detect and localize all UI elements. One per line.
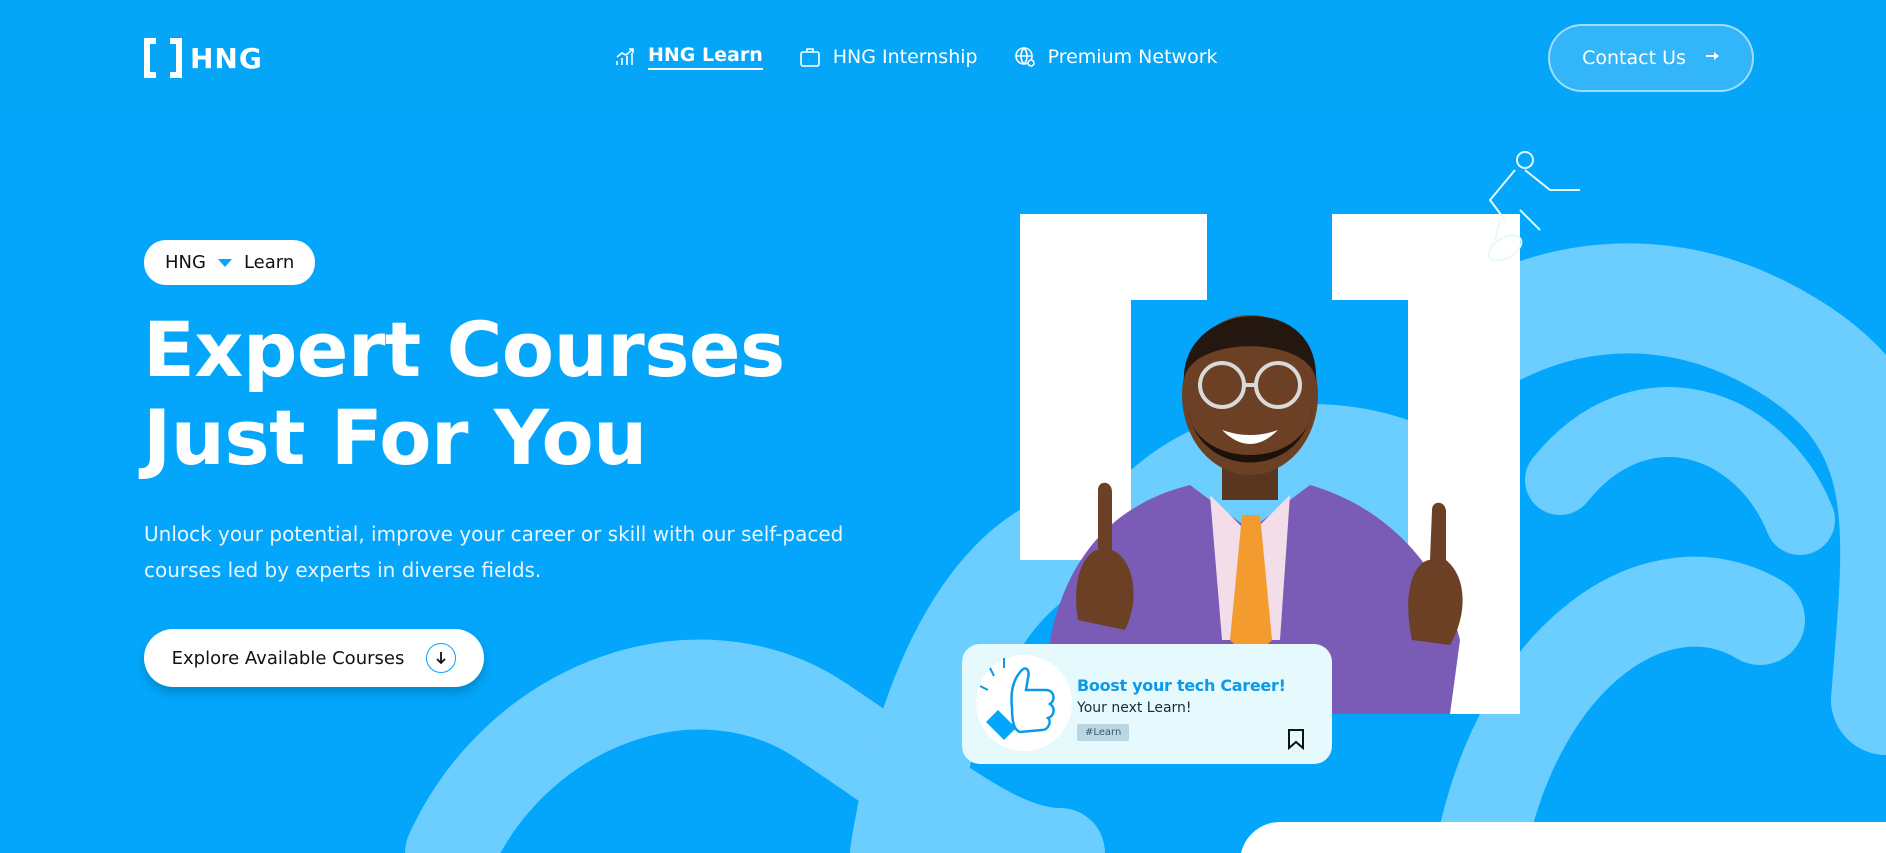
hero-subtitle: Unlock your potential, improve your care… [144,516,884,588]
contact-us-label: Contact Us [1582,47,1686,69]
logo-text: HNG [190,41,263,75]
arrow-down-icon [426,643,457,673]
site-header: HNG HNG Learn HNG Internship Premium Net… [0,0,1886,116]
globe-icon [1014,46,1036,68]
promo-card[interactable]: Boost your tech Career! Your next Learn!… [962,644,1332,764]
chart-growth-icon [614,46,636,68]
pill-left-text: HNG [165,252,206,273]
card-subtitle: Your next Learn! [1077,700,1192,716]
hero-title: Expert Courses Just For You [143,306,903,482]
arrow-right-icon [1704,47,1720,69]
pill-right-text: Learn [243,252,295,273]
explore-courses-button[interactable]: Explore Available Courses [144,629,484,687]
main-nav: HNG Learn HNG Internship Premium Network [614,44,1218,70]
hng-learn-pill: HNG Learn [144,240,316,285]
nav-item-hng-internship[interactable]: HNG Internship [799,46,978,68]
caret-down-icon [217,258,232,267]
bookmark-icon[interactable] [1287,728,1305,750]
explore-courses-label: Explore Available Courses [171,647,405,669]
hero-subtitle-line-1: Unlock your potential, improve your care… [144,522,844,546]
nav-label: HNG Internship [832,46,978,68]
hero-title-line-2: Just For You [143,393,647,482]
nav-item-hng-learn[interactable]: HNG Learn [614,44,763,70]
hng-logo[interactable]: HNG [144,38,263,78]
nav-label: HNG Learn [648,44,763,70]
nav-item-premium-network[interactable]: Premium Network [1014,46,1218,68]
thumbs-up-icon [976,655,1072,751]
card-title: Boost your tech Career! [1077,676,1286,695]
contact-us-button[interactable]: Contact Us [1548,24,1754,92]
hero-subtitle-line-2: courses led by experts in diverse fields… [144,558,542,582]
hero-title-line-1: Expert Courses [143,305,785,394]
bottom-white-section [1240,822,1886,853]
bracket-logo-icon [144,38,182,78]
card-tag: #Learn [1077,724,1130,741]
briefcase-icon [799,46,821,68]
nav-label: Premium Network [1047,46,1218,68]
